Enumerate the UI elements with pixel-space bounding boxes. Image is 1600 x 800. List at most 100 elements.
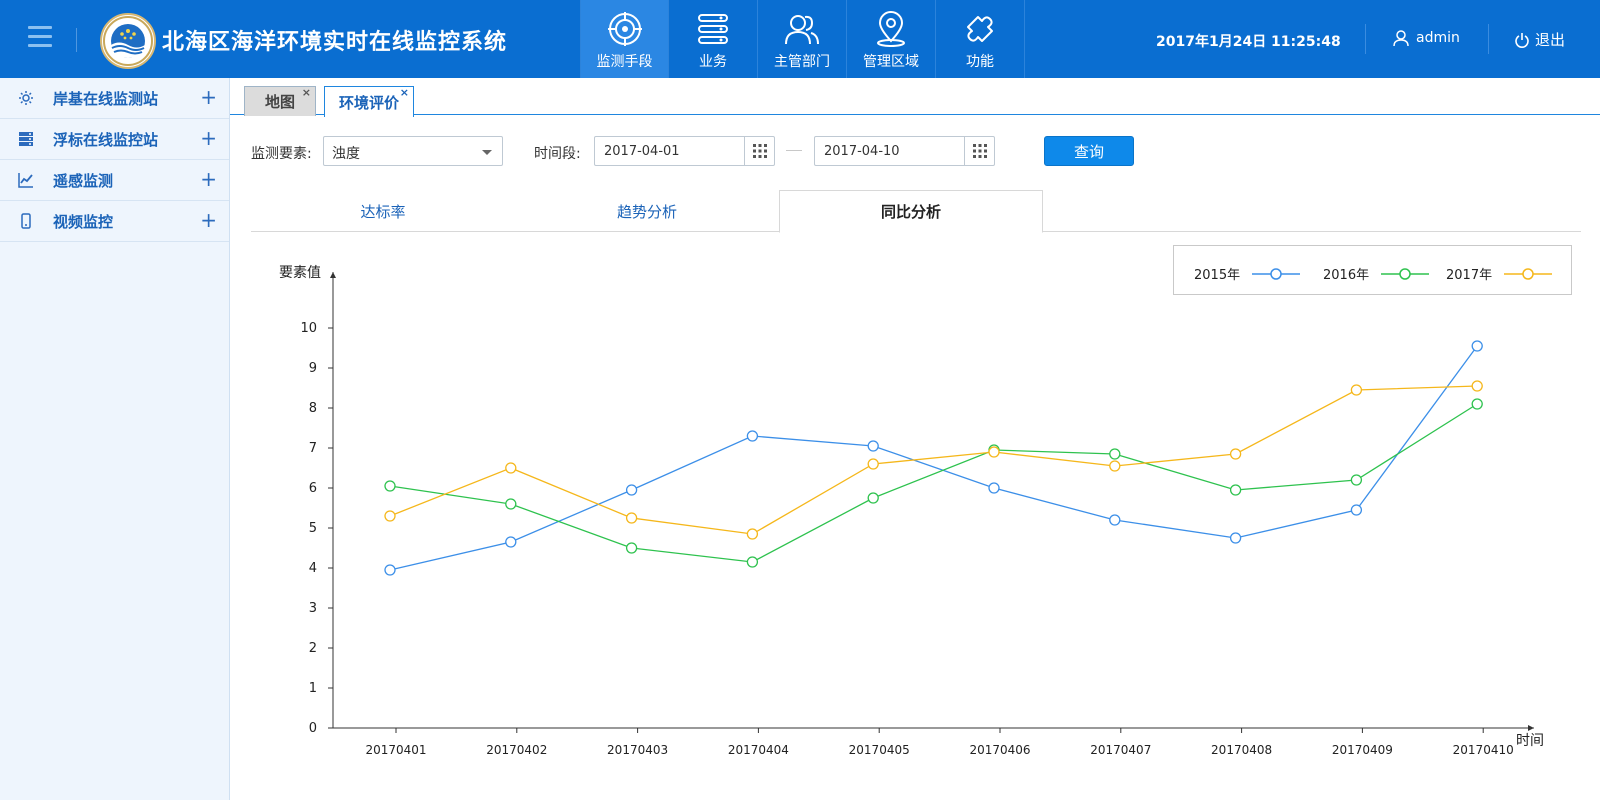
analysis-tabs: 达标率 趋势分析 同比分析 (251, 190, 1581, 233)
data-point (1471, 340, 1483, 352)
end-date-field (814, 136, 995, 166)
tab-compliance-rate[interactable]: 达标率 (251, 190, 515, 232)
sidebar-item-buoy-stations[interactable]: 浮标在线监控站 + (0, 119, 229, 160)
expand-icon[interactable]: + (200, 210, 217, 230)
x-tick-label: 20170406 (969, 743, 1030, 757)
nav-label: 功能 (966, 54, 994, 70)
chevron-down-icon (482, 150, 492, 155)
tab-environment-assessment[interactable]: 环境评价 × (324, 86, 414, 117)
x-tick-label: 20170407 (1090, 743, 1151, 757)
end-date-input[interactable] (815, 137, 955, 165)
nav-label: 主管部门 (774, 54, 830, 70)
data-point (867, 458, 879, 470)
logout-label: 退出 (1535, 31, 1566, 49)
sidebar-item-video-monitoring[interactable]: 视频监控 + (0, 201, 229, 242)
nav-label: 管理区域 (863, 54, 919, 70)
monitoring-element-select[interactable]: 浊度 (323, 136, 503, 166)
legend-label: 2016年 (1323, 268, 1370, 283)
y-tick-label: 7 (309, 441, 317, 456)
y-axis-arrow (330, 272, 336, 278)
nav-label: 业务 (699, 54, 727, 70)
data-point (505, 498, 517, 510)
calendar-grid-icon[interactable] (744, 137, 774, 165)
x-tick-label: 20170410 (1453, 743, 1514, 757)
header-divider (1488, 24, 1489, 54)
nav-management-area[interactable]: 管理区域 (847, 0, 936, 78)
logout-button[interactable]: 退出 (1514, 29, 1565, 50)
query-button[interactable]: 查询 (1044, 136, 1134, 166)
sidebar-item-remote-sensing[interactable]: 遥感监测 + (0, 160, 229, 201)
tab-label: 地图 (264, 93, 295, 111)
x-axis-arrow (1528, 725, 1534, 731)
app-title: 北海区海洋环境实时在线监控系统 (162, 30, 508, 55)
series-line-1 (389, 403, 1478, 563)
tab-trend-analysis[interactable]: 趋势分析 (515, 190, 779, 232)
legend-line-marker (1381, 268, 1430, 280)
y-tick-label: 5 (309, 521, 317, 536)
sidebar-item-label: 浮标在线监控站 (53, 130, 159, 149)
gear-icon (19, 91, 33, 105)
data-point (1109, 460, 1121, 472)
chart-legend: 2015年 2016年 2017年 (1173, 245, 1572, 295)
data-point (1350, 384, 1363, 396)
target-icon (607, 12, 642, 46)
data-point (867, 440, 879, 452)
start-date-field (594, 136, 775, 166)
tab-map[interactable]: 地图 × (244, 86, 316, 116)
nav-monitoring-means[interactable]: 监测手段 (580, 0, 669, 78)
data-point (625, 484, 638, 496)
x-tick-label: 20170404 (728, 743, 789, 757)
y-tick-label: 3 (309, 601, 317, 616)
tab-label: 环境评价 (338, 93, 399, 112)
data-point (1229, 448, 1242, 460)
expand-icon[interactable]: + (200, 128, 217, 148)
logo-emblem (100, 13, 156, 69)
calendar-grid-icon[interactable] (964, 137, 994, 165)
hamburger-menu-icon[interactable] (28, 26, 52, 50)
data-point (384, 480, 396, 492)
select-value: 浊度 (332, 146, 360, 162)
expand-icon[interactable]: + (200, 87, 217, 107)
y-tick-label: 8 (309, 401, 317, 416)
data-point (867, 492, 879, 504)
legend-entry[interactable]: 2015年 (1194, 264, 1302, 283)
nav-label: 监测手段 (596, 54, 653, 70)
nav-authorities[interactable]: 主管部门 (758, 0, 847, 78)
data-point (1109, 514, 1121, 526)
legend-entry[interactable]: 2017年 (1446, 264, 1554, 283)
close-icon[interactable]: × (302, 86, 311, 99)
line-chart-icon (18, 173, 33, 188)
expand-icon[interactable]: + (200, 169, 217, 189)
data-point (384, 510, 396, 522)
y-tick-label: 1 (309, 681, 317, 696)
username: admin (1416, 30, 1460, 46)
header-divider (76, 28, 77, 52)
data-point (505, 536, 517, 548)
x-tick-label: 20170401 (365, 743, 426, 757)
sidebar-item-label: 视频监控 (53, 212, 114, 231)
location-pin-icon (877, 11, 905, 47)
tab-year-over-year[interactable]: 同比分析 (779, 190, 1043, 233)
nav-business[interactable]: 业务 (669, 0, 758, 78)
user-menu[interactable]: admin (1392, 29, 1460, 47)
close-icon[interactable]: × (400, 86, 409, 99)
x-tick-label: 20170402 (486, 743, 547, 757)
start-date-input[interactable] (595, 137, 735, 165)
main-nav: 监测手段 业务 主管部门 管理区域 功能 (580, 0, 1025, 78)
data-point (1229, 532, 1242, 544)
series-line-2 (389, 385, 1478, 535)
legend-label: 2015年 (1194, 268, 1241, 283)
data-point (746, 528, 759, 540)
sidebar-item-label: 岸基在线监测站 (53, 89, 159, 108)
y-tick-label: 9 (309, 361, 317, 376)
sidebar-item-label: 遥感监测 (53, 171, 114, 190)
nav-functions[interactable]: 功能 (936, 0, 1025, 78)
data-point (625, 512, 638, 524)
legend-entry[interactable]: 2016年 (1323, 264, 1431, 283)
y-tick-label: 10 (300, 321, 317, 336)
data-point (988, 446, 1000, 458)
power-icon (1515, 32, 1529, 48)
sidebar-item-shore-stations[interactable]: 岸基在线监测站 + (0, 78, 229, 119)
y-tick-label: 0 (309, 721, 317, 736)
data-point (505, 462, 517, 474)
